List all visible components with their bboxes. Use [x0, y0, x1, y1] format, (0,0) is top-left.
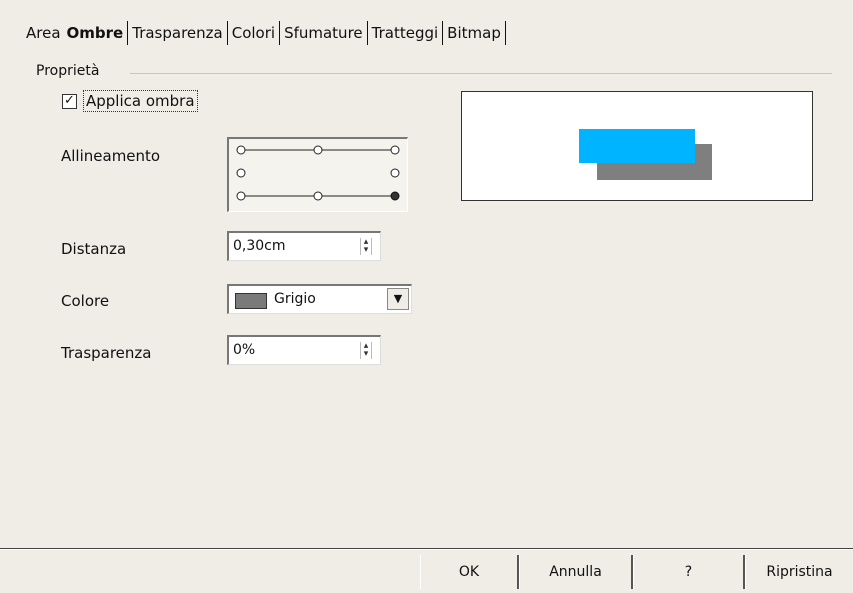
align-point-bottom-right-selected [390, 191, 400, 201]
align-point-bottom-center [313, 191, 323, 201]
apply-shadow-label[interactable]: Applica ombra [83, 90, 198, 112]
group-title-properties: Proprietà [36, 63, 100, 79]
chevron-down-icon[interactable]: ▼ [387, 288, 409, 310]
color-swatch [235, 293, 267, 309]
align-point-middle-right [390, 168, 400, 178]
align-point-top-center [313, 145, 323, 155]
help-button[interactable]: ? [633, 555, 745, 589]
apply-shadow-checkbox[interactable]: ✓ [62, 94, 77, 109]
alignment-label: Allineamento [61, 147, 161, 165]
tab-separator [442, 21, 444, 45]
color-dropdown[interactable]: Grigio ▼ [227, 284, 412, 314]
spin-arrows-icon[interactable]: ▴ ▾ [360, 342, 372, 359]
tab-separator [127, 21, 129, 45]
reset-button[interactable]: Ripristina [745, 555, 853, 589]
transparency-value: 0% [233, 342, 256, 358]
ok-button[interactable]: OK [420, 555, 519, 589]
transparency-label: Trasparenza [61, 344, 152, 362]
tab-tratteggi[interactable]: Tratteggi [369, 22, 442, 44]
cancel-button[interactable]: Annulla [519, 555, 633, 589]
align-point-middle-left [236, 168, 246, 178]
tab-bar: Area Ombre Trasparenza Colori Sfumature … [23, 20, 507, 46]
color-label: Colore [61, 292, 110, 310]
transparency-spinfield[interactable]: 0% ▴ ▾ [227, 335, 381, 365]
alignment-grid [236, 145, 400, 201]
distance-value: 0,30cm [233, 238, 286, 254]
preview-object [579, 129, 695, 163]
tab-separator [279, 21, 281, 45]
tab-separator [504, 21, 506, 45]
spin-arrows-icon[interactable]: ▴ ▾ [360, 238, 372, 255]
distance-spinfield[interactable]: 0,30cm ▴ ▾ [227, 231, 381, 261]
tab-bitmap[interactable]: Bitmap [444, 22, 504, 44]
tab-ombre[interactable]: Ombre [64, 22, 127, 44]
distance-label: Distanza [61, 240, 127, 258]
tab-sfumature[interactable]: Sfumature [281, 22, 366, 44]
shadow-preview [461, 91, 813, 201]
group-divider [130, 73, 832, 74]
color-value: Grigio [274, 291, 316, 307]
tab-separator [226, 21, 228, 45]
align-point-top-left [236, 145, 246, 155]
bottom-divider-highlight [0, 549, 853, 550]
tab-area[interactable]: Area [23, 22, 64, 44]
alignment-selector[interactable] [227, 137, 408, 212]
tab-separator [366, 21, 368, 45]
tab-colori[interactable]: Colori [229, 22, 278, 44]
tab-trasparenza[interactable]: Trasparenza [129, 22, 225, 44]
align-point-bottom-left [236, 191, 246, 201]
align-point-top-right [390, 145, 400, 155]
